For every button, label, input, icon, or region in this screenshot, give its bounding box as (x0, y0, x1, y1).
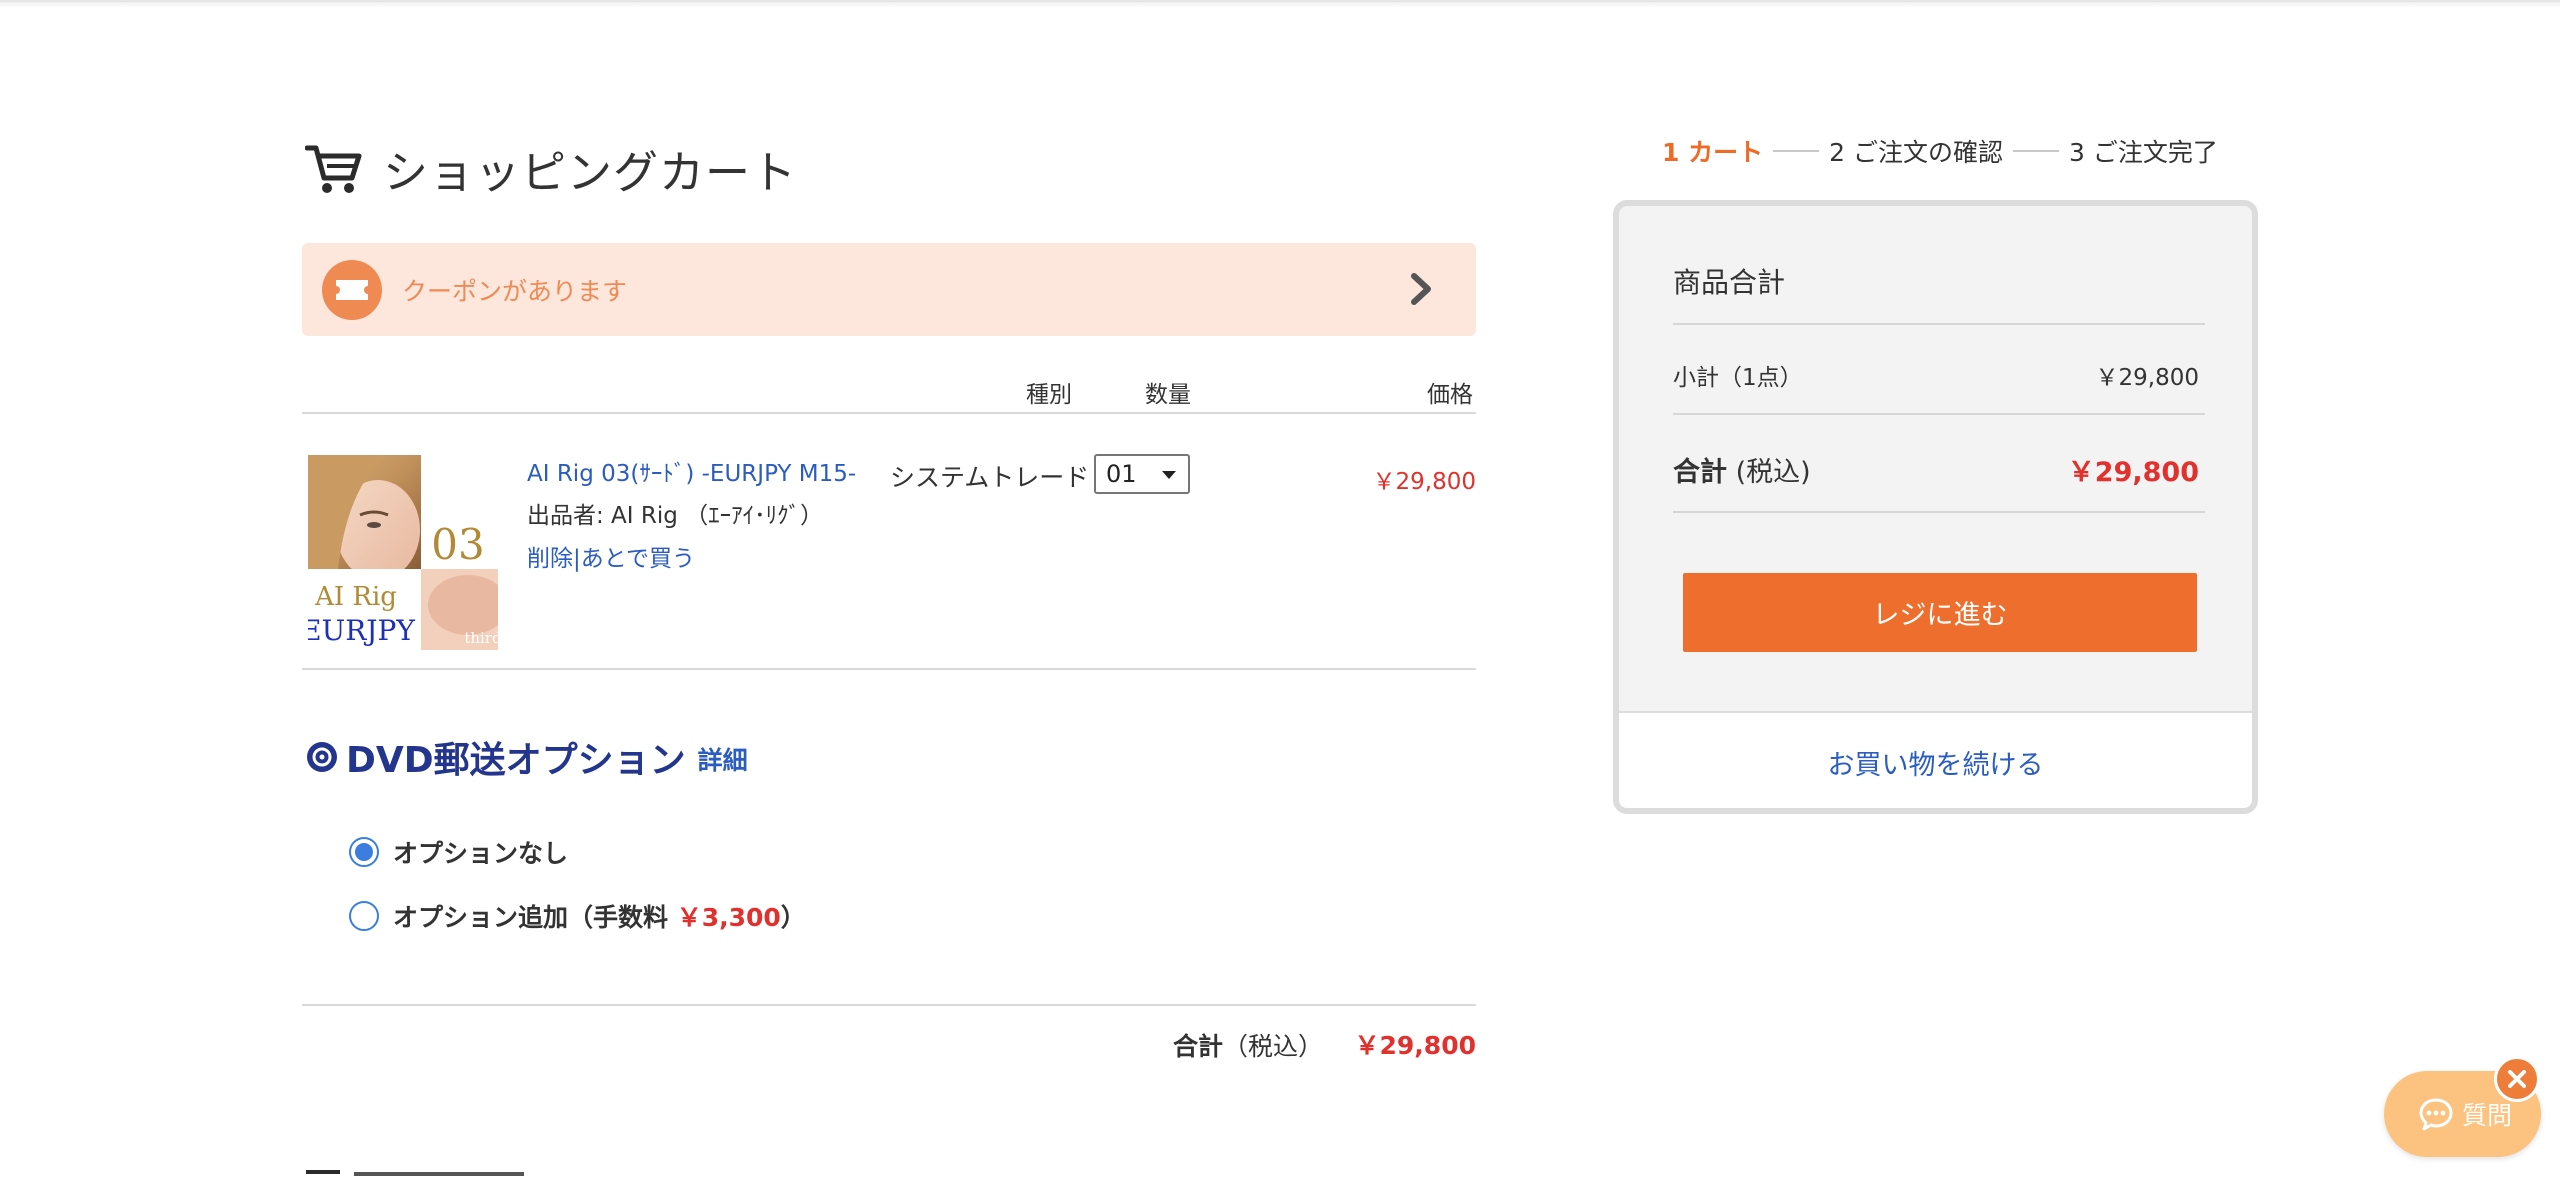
svg-text:third: third (464, 629, 498, 647)
disc-icon (307, 742, 337, 772)
save-for-later-link[interactable]: あとで買う (581, 546, 695, 572)
option-add-radio[interactable] (349, 901, 379, 931)
coupon-label: クーポンがあります (402, 276, 628, 306)
cart-icon (305, 145, 362, 193)
caret-down-icon (1162, 471, 1176, 479)
page-title-text: ショッピングカート (383, 145, 798, 199)
action-separator: | (573, 546, 581, 572)
product-name-link[interactable]: AI Rig 03(ｻｰﾄﾞ) -EURJPY M15- (527, 454, 856, 488)
option-none-label: オプションなし (393, 839, 569, 868)
svg-text:03: 03 (431, 520, 484, 569)
summary-divider (1673, 323, 2205, 325)
summary-divider (1673, 413, 2205, 415)
chevron-right-icon (1411, 273, 1431, 305)
column-header-type: 種別 (1026, 382, 1072, 408)
coupon-banner[interactable]: クーポンがあります (302, 243, 1476, 336)
quantity-select[interactable]: 01 (1094, 454, 1190, 494)
subtotal-value: ￥29,800 (2095, 365, 2199, 391)
step-complete: 3 ご注文完了 (2068, 138, 2218, 167)
cart-total-label: 合計（税込） (1173, 1032, 1324, 1061)
dvd-option-heading: DVD郵送オプション 詳細 (306, 731, 748, 783)
cart-total-value: ￥29,800 (1354, 1031, 1476, 1060)
chat-bubble-icon (2419, 1098, 2453, 1131)
step-connector (2012, 150, 2059, 152)
summary-divider (1673, 511, 2205, 513)
options-divider (302, 1004, 1476, 1006)
coupon-ticket-icon (322, 259, 382, 320)
dvd-detail-link[interactable]: 詳細 (698, 741, 748, 777)
product-price: ￥29,800 (1372, 469, 1476, 495)
column-header-quantity: 数量 (1145, 382, 1191, 408)
summary-total-value: ￥29,800 (2067, 457, 2199, 488)
product-seller: 出品者: AI Rig （ｴｰｱｲ･ﾘｸﾞ） (527, 503, 824, 529)
column-header-price: 価格 (1427, 382, 1473, 408)
subtotal-label: 小計（1点） (1673, 365, 1803, 391)
checkout-steps: 1 カート 2 ご注文の確認 3 ご注文完了 (1662, 133, 2218, 169)
chat-label: 質問 (2462, 1101, 2513, 1130)
step-connector (1773, 150, 1820, 152)
checkout-button[interactable]: レジに進む (1683, 573, 2197, 652)
svg-text:AI Rig: AI Rig (314, 582, 397, 612)
product-divider (302, 668, 1476, 670)
quantity-value: 01 (1106, 460, 1137, 488)
summary-heading: 商品合計 (1673, 266, 1786, 299)
step-cart: 1 カート (1662, 138, 1764, 167)
top-shadow (0, 2, 2560, 8)
product-actions: 削除|あとで買う (527, 539, 695, 573)
product-type: システムトレード (890, 463, 1090, 492)
order-summary: 商品合計 小計（1点） ￥29,800 合計 (税込) ￥29,800 レジに進… (1613, 200, 2258, 814)
option-none-radio[interactable] (349, 837, 379, 867)
close-icon (2508, 1070, 2526, 1088)
summary-total-label: 合計 (税込) (1673, 457, 1811, 488)
continue-shopping-area: お買い物を続ける (1619, 711, 2252, 808)
header-divider (302, 412, 1476, 414)
option-add[interactable]: オプション追加（手数料 ￥3,300） (349, 898, 806, 934)
dvd-option-title: DVD郵送オプション (346, 740, 686, 781)
option-add-fee: ￥3,300 (676, 903, 781, 932)
chat-close-button[interactable] (2494, 1056, 2540, 1102)
option-none[interactable]: オプションなし (349, 834, 568, 870)
page-title: ショッピングカート (305, 138, 798, 199)
svg-text:EURJPY: EURJPY (308, 614, 415, 647)
continue-shopping-link[interactable]: お買い物を続ける (1619, 743, 2252, 782)
product-thumbnail[interactable]: 03 AI Rig EURJPY third (308, 455, 498, 650)
option-add-label: オプション追加（手数料 ￥3,300） (393, 903, 806, 932)
step-confirm: 2 ご注文の確認 (1829, 138, 2003, 167)
next-section-heading-clipped (306, 1160, 536, 1180)
delete-link[interactable]: 削除 (527, 546, 573, 572)
